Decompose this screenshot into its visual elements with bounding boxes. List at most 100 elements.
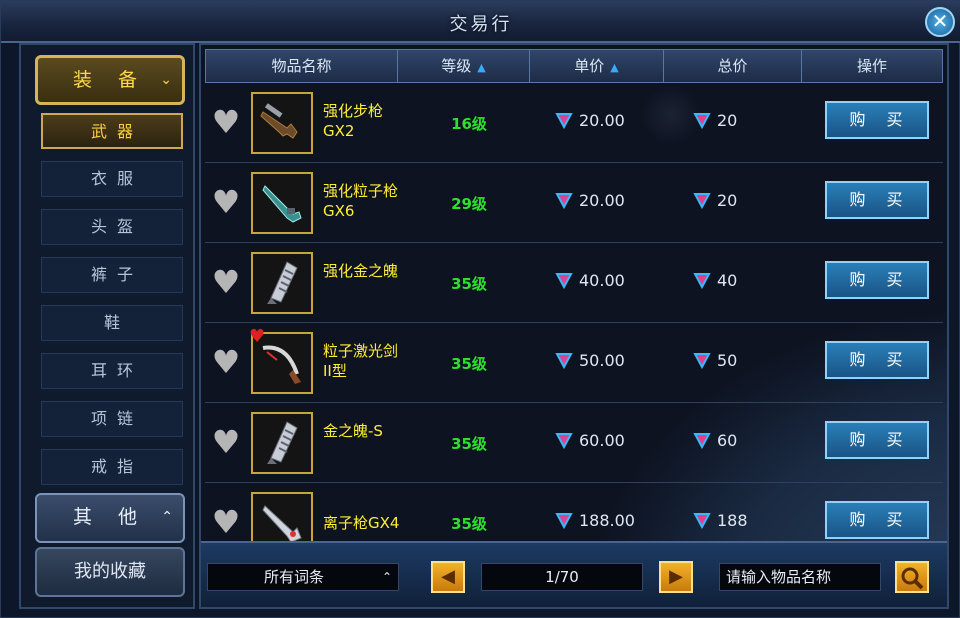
- item-level: 29级: [451, 195, 487, 213]
- unit-price: 20.00: [555, 111, 625, 130]
- crystal-currency-icon: [693, 353, 711, 369]
- close-icon[interactable]: ✕: [925, 7, 955, 37]
- chevron-left-icon: ◀: [441, 566, 455, 587]
- gauntlet-icon: [267, 261, 298, 304]
- category-equipment-button[interactable]: 装 备 ⌄: [35, 55, 185, 105]
- trading-house-window: 交易行 ✕ 装 备 ⌄ 武器 衣服 头盔 裤子 鞋 耳环 项链 戒指 其 他 ⌃…: [0, 0, 960, 618]
- item-slot[interactable]: [251, 92, 313, 154]
- title-bar: 交易行 ✕: [1, 1, 960, 43]
- crystal-currency-icon: [555, 273, 573, 289]
- crystal-currency-icon: [693, 193, 711, 209]
- total-price: 188: [693, 511, 748, 530]
- item-level: 35级: [451, 355, 487, 373]
- total-price: 20: [693, 191, 737, 210]
- table-row: ♥ 强化金之魄 35级 40.00 40 购 买: [205, 243, 943, 323]
- item-level: 35级: [451, 435, 487, 453]
- attribute-filter-select[interactable]: 所有词条 ⌃: [207, 563, 399, 591]
- item-list-panel: 物品名称 等级 ▲ 单价 ▲ 总价 操作 ♥ 强化步枪GX2 16级 20.00 2…: [199, 43, 949, 609]
- search-input[interactable]: 请输入物品名称: [719, 563, 881, 591]
- next-page-button[interactable]: ▶: [659, 561, 693, 593]
- item-slot[interactable]: ♥: [249, 328, 313, 394]
- sidebar-item-pants[interactable]: 裤子: [41, 257, 183, 293]
- heart-icon[interactable]: ♥: [209, 425, 243, 459]
- crystal-currency-icon: [693, 113, 711, 129]
- sidebar-item-earrings[interactable]: 耳环: [41, 353, 183, 389]
- sidebar-item-ring[interactable]: 戒指: [41, 449, 183, 485]
- buy-button[interactable]: 购 买: [825, 341, 929, 379]
- sidebar-item-necklace[interactable]: 项链: [41, 401, 183, 437]
- crystal-currency-icon: [555, 433, 573, 449]
- item-slot[interactable]: [251, 252, 313, 314]
- header-total-price: 总价: [664, 50, 802, 82]
- my-favorites-button[interactable]: 我的收藏: [35, 547, 185, 597]
- item-name: 强化金之魄: [323, 262, 399, 280]
- crystal-currency-icon: [693, 513, 711, 529]
- category-other-label: 其 他: [72, 506, 148, 528]
- header-level[interactable]: 等级 ▲: [398, 50, 530, 82]
- total-price: 40: [693, 271, 737, 290]
- header-item-name: 物品名称: [206, 50, 398, 82]
- item-level: 35级: [451, 275, 487, 293]
- unit-price: 60.00: [555, 431, 625, 450]
- item-level: 16级: [451, 115, 487, 133]
- sidebar-item-helmet[interactable]: 头盔: [41, 209, 183, 245]
- sidebar-item-shoes[interactable]: 鞋: [41, 305, 183, 341]
- total-price: 60: [693, 431, 737, 450]
- chevron-down-icon: ⌄: [160, 72, 172, 88]
- buy-button[interactable]: 购 买: [825, 181, 929, 219]
- sidebar-item-clothes[interactable]: 衣服: [41, 161, 183, 197]
- filter-value: 所有词条: [264, 568, 325, 586]
- item-name: 离子枪GX4: [323, 514, 400, 532]
- item-slot[interactable]: [251, 412, 313, 474]
- table-row: ♥ 强化步枪GX2 16级 20.00 20 购 买: [205, 83, 943, 163]
- total-price: 20: [693, 111, 737, 130]
- crystal-currency-icon: [555, 513, 573, 529]
- item-name: 金之魄-S: [323, 422, 383, 440]
- crystal-currency-icon: [693, 433, 711, 449]
- sort-up-icon: ▲: [610, 61, 619, 74]
- total-price: 50: [693, 351, 737, 370]
- category-equipment-label: 装 备: [72, 69, 148, 91]
- search-icon: [901, 567, 924, 590]
- header-action: 操作: [856, 57, 887, 75]
- footer-bar: 所有词条 ⌃ ◀ 1/70 ▶ 请输入物品名称: [201, 541, 947, 607]
- unit-price: 188.00: [555, 511, 635, 530]
- category-sidebar: 装 备 ⌄ 武器 衣服 头盔 裤子 鞋 耳环 项链 戒指 其 他 ⌃ 我的收藏: [19, 43, 195, 609]
- unit-price: 20.00: [555, 191, 625, 210]
- category-other-button[interactable]: 其 他 ⌃: [35, 493, 185, 543]
- rifle-icon: [260, 103, 298, 139]
- buy-button[interactable]: 购 买: [825, 101, 929, 139]
- gauntlet-icon: [267, 421, 298, 464]
- crystal-currency-icon: [555, 113, 573, 129]
- buy-button[interactable]: 购 买: [825, 501, 929, 539]
- table-row: ♥ ♥ 粒子激光剑II型 35级 50.00 50 购 买: [205, 323, 943, 403]
- chevron-up-icon: ⌃: [161, 509, 173, 525]
- laser-sword-icon: [262, 345, 301, 384]
- item-level: 35级: [451, 515, 487, 533]
- heart-icon[interactable]: ♥: [209, 185, 243, 219]
- buy-button[interactable]: 购 买: [825, 261, 929, 299]
- sidebar-item-weapons[interactable]: 武器: [41, 113, 183, 149]
- item-slot[interactable]: [251, 172, 313, 234]
- buy-button[interactable]: 购 买: [825, 421, 929, 459]
- table-row: ♥ 金之魄-S 35级 60.00 60 购 买: [205, 403, 943, 483]
- table-header: 物品名称 等级 ▲ 单价 ▲ 总价 操作: [205, 49, 943, 83]
- unit-price: 40.00: [555, 271, 625, 290]
- heart-icon[interactable]: ♥: [209, 345, 243, 379]
- sort-up-icon: ▲: [477, 61, 486, 74]
- item-name: 粒子激光剑II型: [323, 342, 399, 380]
- chevron-up-icon: ⌃: [381, 570, 392, 584]
- table-row: ♥ 强化粒子枪GX6 29级 20.00 20 购 买: [205, 163, 943, 243]
- crystal-currency-icon: [555, 193, 573, 209]
- crystal-currency-icon: [693, 273, 711, 289]
- item-name: 强化步枪GX2: [323, 102, 384, 140]
- prev-page-button[interactable]: ◀: [431, 561, 465, 593]
- heart-icon[interactable]: ♥: [209, 505, 243, 539]
- unit-price: 50.00: [555, 351, 625, 370]
- header-unit-price[interactable]: 单价 ▲: [530, 50, 664, 82]
- search-button[interactable]: [895, 561, 929, 593]
- heart-icon[interactable]: ♥: [209, 265, 243, 299]
- chevron-right-icon: ▶: [669, 566, 683, 587]
- heart-icon[interactable]: ♥: [209, 105, 243, 139]
- page-indicator: 1/70: [481, 563, 643, 591]
